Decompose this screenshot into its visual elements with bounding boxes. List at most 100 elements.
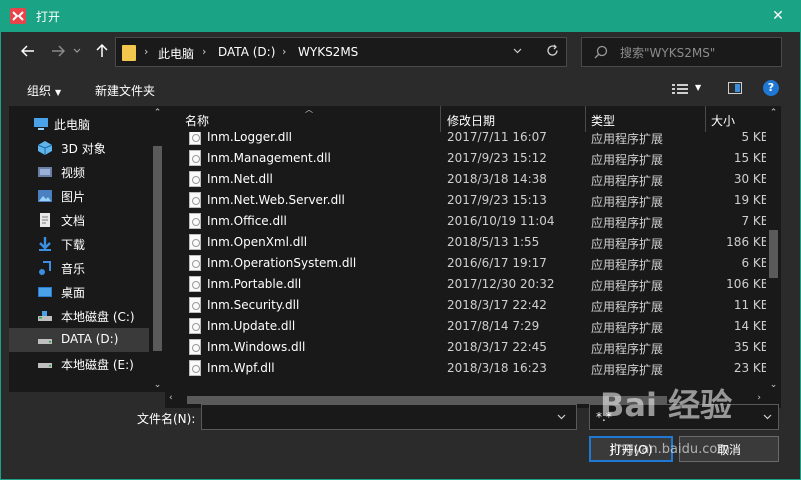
dll-file-icon xyxy=(189,171,201,187)
sidebar-item-desktop[interactable]: 桌面 xyxy=(9,280,149,304)
breadcrumb-this-pc[interactable]: 此电脑 xyxy=(158,45,194,62)
sidebar-item-documents[interactable]: 文档 xyxy=(9,208,149,232)
chevron-left-icon[interactable]: ‹ xyxy=(169,393,173,403)
file-row[interactable]: Inm.Portable.dll 2017/12/30 20:32 应用程序扩展 10… xyxy=(165,274,777,295)
file-name: Inm.Office.dll xyxy=(207,214,287,228)
file-list-scrollbar[interactable]: ⌃ ⌄ xyxy=(766,106,781,392)
up-button[interactable] xyxy=(91,40,113,62)
file-name: Inm.Net.dll xyxy=(207,172,273,186)
sidebar-item-drive-e[interactable]: 本地磁盘 (E:) xyxy=(9,352,149,376)
chevron-down-icon xyxy=(73,48,81,53)
file-row[interactable]: Inm.Update.dll 2017/8/14 7:29 应用程序扩展 14 KB xyxy=(165,316,777,337)
cancel-button[interactable]: 取消 xyxy=(679,436,779,462)
scrollbar-thumb[interactable] xyxy=(769,230,778,278)
refresh-button[interactable] xyxy=(544,44,560,61)
dll-file-icon xyxy=(189,276,201,292)
file-date: 2017/12/30 20:32 xyxy=(447,277,555,291)
column-divider[interactable] xyxy=(585,106,586,132)
close-button[interactable]: ✕ xyxy=(755,0,801,32)
file-type: 应用程序扩展 xyxy=(591,300,664,314)
sidebar-item-computer[interactable]: 此电脑 xyxy=(9,112,149,136)
sidebar-item-3d-objects[interactable]: 3D 对象 xyxy=(9,136,149,160)
file-row[interactable]: Inm.Management.dll 2017/9/23 15:12 应用程序扩展 1… xyxy=(165,148,777,169)
search-box[interactable] xyxy=(581,37,782,67)
dll-file-icon xyxy=(189,297,201,313)
help-icon[interactable]: ? xyxy=(763,80,779,96)
column-divider[interactable] xyxy=(705,106,706,132)
breadcrumb-data-drive[interactable]: DATA (D:) xyxy=(218,45,275,59)
file-row[interactable]: Inm.Logger.dll 2017/7/11 16:07 应用程序扩展 5 KB xyxy=(165,132,777,148)
chevron-down-icon xyxy=(763,410,772,423)
arrow-up-icon xyxy=(96,44,108,57)
file-row[interactable]: Inm.Wpf.dll 2018/3/18 16:23 应用程序扩展 23 KB xyxy=(165,358,777,379)
sidebar-item-drive-d[interactable]: DATA (D:) xyxy=(9,328,149,352)
file-type-filter-select[interactable]: *.* xyxy=(589,404,779,430)
dll-file-icon xyxy=(189,150,201,166)
sidebar-item-label: 下载 xyxy=(61,238,86,252)
sidebar-item-label: 文档 xyxy=(61,214,86,228)
open-button[interactable]: 打开(O) xyxy=(589,436,673,462)
organize-menu-button[interactable]: 组织 ▼ xyxy=(27,82,61,99)
file-row[interactable]: Inm.Net.dll 2018/3/18 14:38 应用程序扩展 30 KB xyxy=(165,169,777,190)
file-size: 6 KB xyxy=(741,256,769,270)
address-bar[interactable]: › 此电脑 › DATA (D:) › WYKS2MS xyxy=(115,37,567,67)
dll-file-icon xyxy=(189,318,201,334)
search-input[interactable] xyxy=(620,44,770,62)
scrollbar-thumb[interactable] xyxy=(187,396,667,404)
new-folder-button[interactable]: 新建文件夹 xyxy=(95,82,155,99)
command-bar: 组织 ▼ 新建文件夹 ▼ ? xyxy=(1,72,801,106)
column-header-size[interactable]: 大小 xyxy=(711,112,735,129)
sidebar-item-drive-c[interactable]: 本地磁盘 (C:) xyxy=(9,304,149,328)
file-row[interactable]: Inm.Net.Web.Server.dll 2017/9/23 15:13 应用程… xyxy=(165,190,777,211)
chevron-right-icon[interactable]: › xyxy=(757,393,761,403)
navigation-scrollbar[interactable]: ⌃ ⌄ xyxy=(150,106,165,392)
breadcrumb-separator: › xyxy=(282,45,287,58)
sidebar-item-label: 此电脑 xyxy=(54,118,91,132)
documents-icon xyxy=(40,213,50,227)
dll-file-icon xyxy=(189,192,201,208)
sort-ascending-icon: ︿ xyxy=(305,105,313,114)
filename-input[interactable] xyxy=(201,404,577,430)
sidebar-item-label: 本地磁盘 (E:) xyxy=(61,358,134,372)
scrollbar-thumb[interactable] xyxy=(153,146,162,351)
file-date: 2016/6/17 19:17 xyxy=(447,256,547,270)
column-header-name[interactable]: 名称 xyxy=(185,112,209,129)
back-button[interactable] xyxy=(17,40,39,62)
file-type: 应用程序扩展 xyxy=(591,342,664,356)
preview-pane-icon[interactable] xyxy=(728,82,742,94)
file-name: Inm.OpenXml.dll xyxy=(207,235,308,249)
file-size: 11 KB xyxy=(733,298,769,312)
sidebar-item-music[interactable]: 音乐 xyxy=(9,256,149,280)
dll-file-icon xyxy=(189,213,201,229)
chevron-up-icon[interactable]: ⌃ xyxy=(766,108,781,118)
sidebar-item-pictures[interactable]: 图片 xyxy=(9,184,149,208)
file-list-pane: ︿ 名称 修改日期 类型 大小 Inm.Logger.dll 2017/7/11 … xyxy=(165,105,781,392)
recent-locations-button[interactable] xyxy=(71,40,83,62)
chevron-up-icon[interactable]: ⌃ xyxy=(150,108,165,118)
file-row[interactable]: Inm.OperationSystem.dll 2016/6/17 19:17 应用… xyxy=(165,253,777,274)
filename-history-dropdown[interactable] xyxy=(557,410,566,423)
sidebar-item-downloads[interactable]: 下载 xyxy=(9,232,149,256)
forward-button[interactable] xyxy=(47,40,69,62)
window-title: 打开 xyxy=(36,10,61,24)
drive-e-icon xyxy=(38,363,52,368)
column-divider[interactable] xyxy=(440,106,441,132)
file-row[interactable]: Inm.Office.dll 2016/10/19 11:04 应用程序扩展 7 KB xyxy=(165,211,777,232)
sidebar-item-video[interactable]: 视频 xyxy=(9,160,149,184)
view-options-dropdown[interactable]: ▼ xyxy=(695,83,701,92)
file-row[interactable]: Inm.OpenXml.dll 2018/5/13 1:55 应用程序扩展 186 K… xyxy=(165,232,777,253)
column-header-row: ︿ 名称 修改日期 类型 大小 xyxy=(165,105,777,132)
address-history-dropdown[interactable] xyxy=(510,44,524,57)
chevron-down-icon[interactable]: ⌄ xyxy=(150,380,165,390)
file-row[interactable]: Inm.Windows.dll 2018/3/17 22:45 应用程序扩展 35 K… xyxy=(165,337,777,358)
file-rows: Inm.Logger.dll 2017/7/11 16:07 应用程序扩展 5 KB I… xyxy=(165,132,777,392)
breadcrumb-current-folder[interactable]: WYKS2MS xyxy=(298,45,358,59)
chevron-down-icon[interactable]: ⌄ xyxy=(766,380,781,390)
view-details-icon[interactable] xyxy=(672,83,688,95)
column-header-type[interactable]: 类型 xyxy=(591,112,615,129)
file-row[interactable]: Inm.Security.dll 2018/3/17 22:42 应用程序扩展 11 … xyxy=(165,295,777,316)
column-header-date[interactable]: 修改日期 xyxy=(447,112,495,129)
sidebar-item-label: 音乐 xyxy=(61,262,86,276)
file-size: 35 KB xyxy=(733,340,769,354)
breadcrumb-separator: › xyxy=(144,45,149,58)
